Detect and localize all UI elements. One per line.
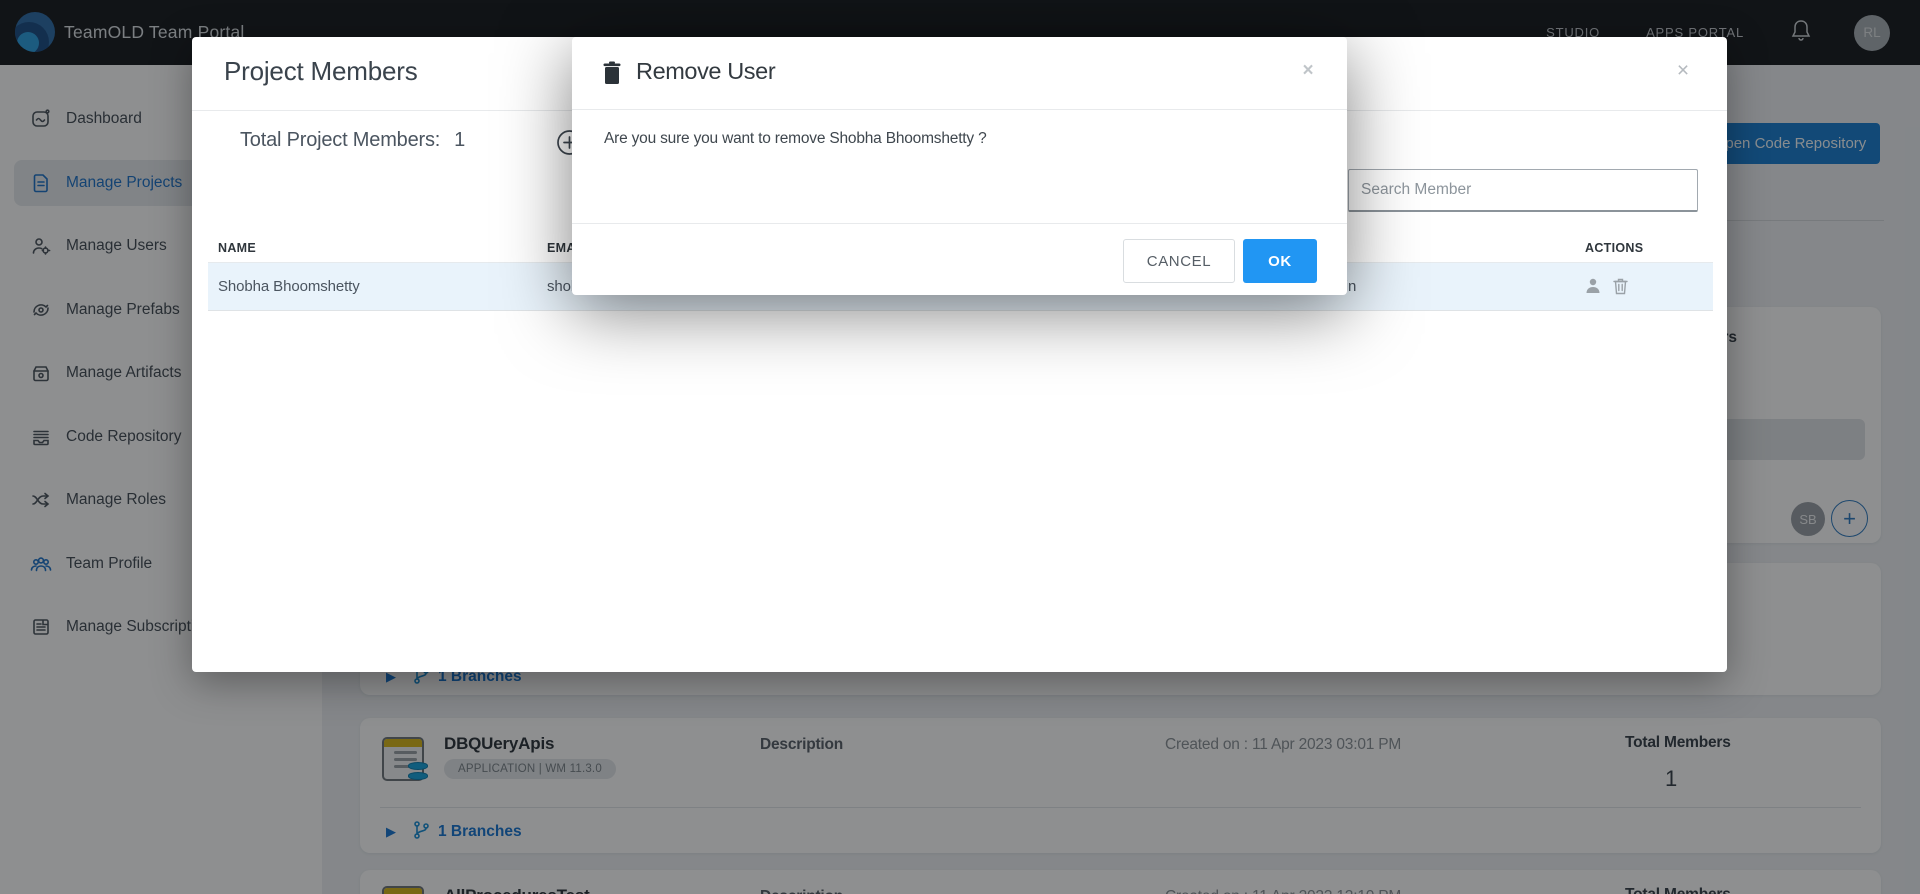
column-header-name: NAME (218, 241, 256, 255)
ok-button[interactable]: OK (1243, 239, 1317, 283)
close-icon[interactable]: × (1669, 57, 1697, 85)
member-name: Shobha Bhoomshetty (218, 278, 360, 295)
remove-member-trash-icon[interactable] (1613, 277, 1628, 300)
remove-user-dialog: Remove User × Are you sure you want to r… (572, 37, 1347, 295)
total-members-value: 1 (454, 129, 465, 151)
close-icon[interactable]: × (1295, 58, 1321, 84)
confirmation-message: Are you sure you want to remove Shobha B… (604, 130, 987, 148)
dialog-header: Remove User × (572, 37, 1347, 110)
dialog-title: Remove User (636, 58, 775, 85)
trash-icon (602, 61, 622, 90)
row-actions (1585, 277, 1628, 300)
member-profile-icon[interactable] (1585, 277, 1601, 300)
total-members-line: Total Project Members: 1 (240, 129, 465, 152)
total-members-label: Total Project Members: (240, 129, 440, 151)
cancel-button[interactable]: CANCEL (1123, 239, 1235, 283)
search-member-input[interactable] (1348, 169, 1698, 212)
column-header-actions: ACTIONS (1585, 241, 1643, 255)
modal-title: Project Members (224, 56, 418, 87)
app-root: TeamOLD Team Portal STUDIO APPS PORTAL R… (0, 0, 1920, 894)
dialog-footer: CANCEL OK (572, 223, 1347, 295)
